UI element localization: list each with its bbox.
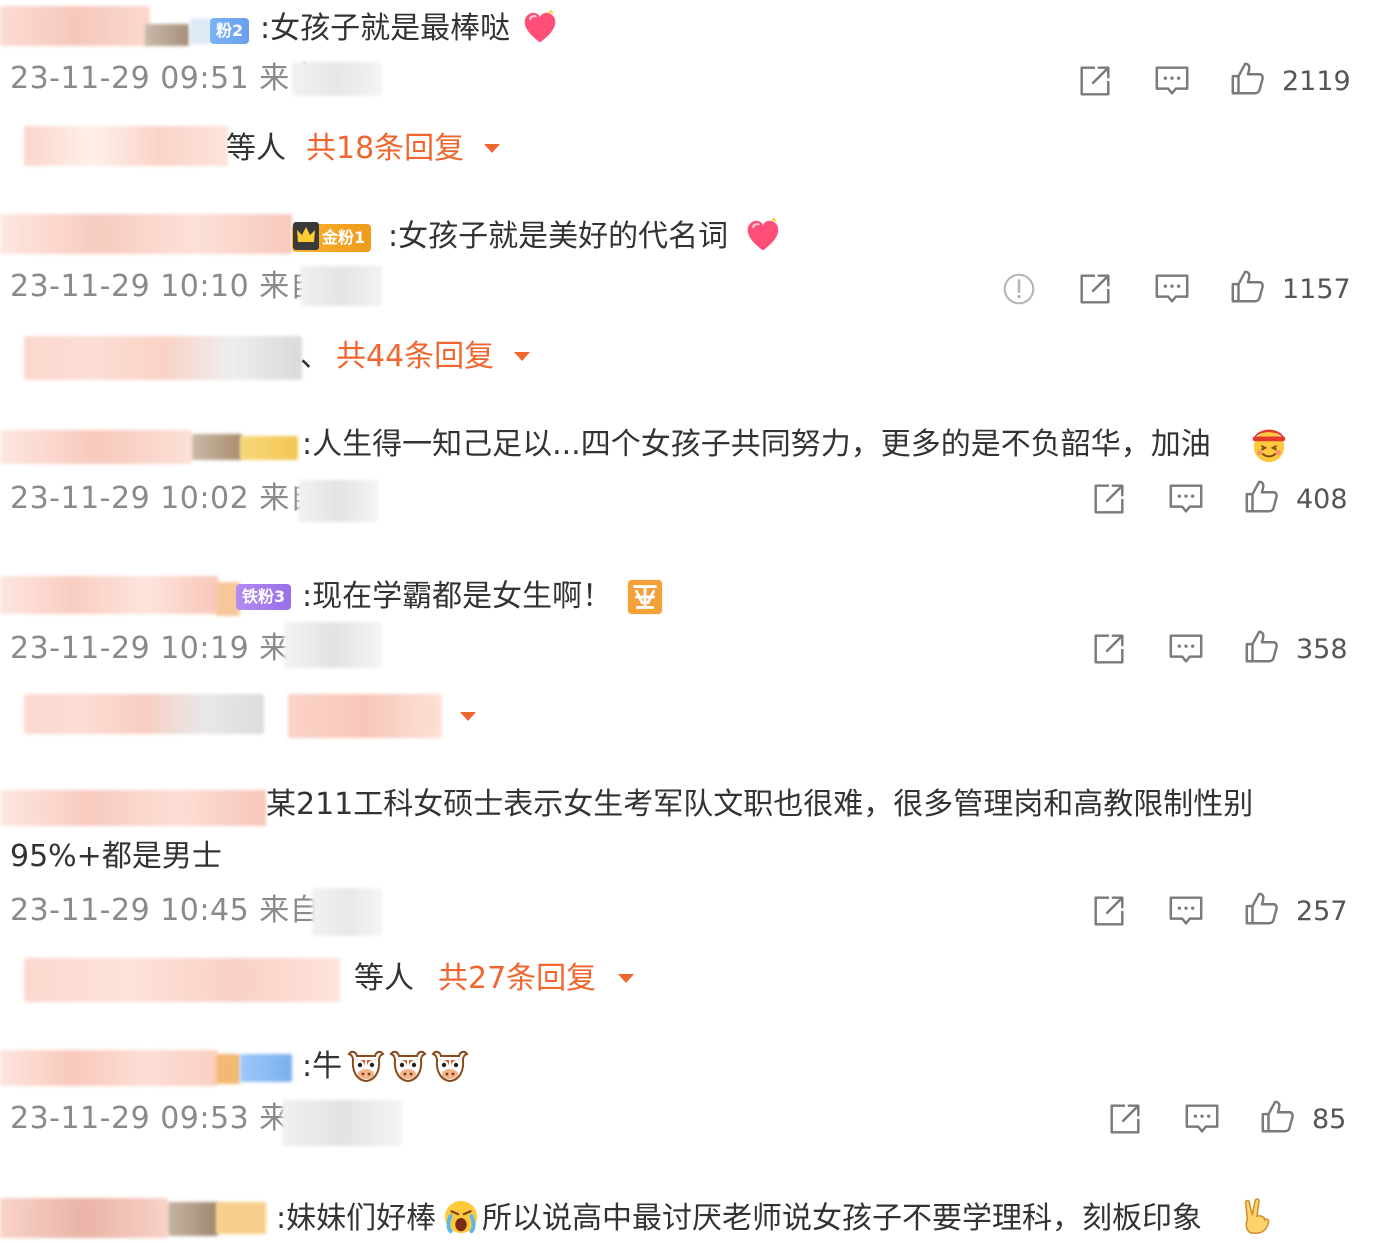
chevron-down-icon[interactable] (460, 712, 476, 721)
source-masked (292, 62, 382, 96)
username-masked[interactable] (0, 576, 218, 614)
like-icon[interactable] (1243, 478, 1281, 516)
comment-item: 某211工科女硕士表示女生考军队文职也很难，很多管理岗和高教限制性别 95%+都… (0, 770, 1380, 1040)
like-count: 2119 (1282, 66, 1351, 97)
comment-text-continued: 所以说高中最讨厌老师说女孩子不要学理科，刻板印象 (482, 1201, 1202, 1236)
cow-emoji (388, 1046, 428, 1086)
comment-item: :牛 23-11-29 09:53 来 85 (0, 1040, 1380, 1180)
badge-masked (216, 1202, 266, 1234)
avatar-masked (145, 24, 189, 46)
reply-users-suffix: 等人 (226, 131, 286, 166)
comment-icon[interactable] (1183, 1100, 1221, 1138)
username-masked[interactable] (0, 1198, 168, 1238)
share-icon[interactable] (1090, 892, 1128, 930)
share-icon[interactable] (1106, 1100, 1144, 1138)
comment-icon[interactable] (1167, 892, 1205, 930)
zan-emoji (626, 578, 664, 616)
like-count: 257 (1296, 896, 1348, 927)
timestamp: 23-11-29 09:51 来自 (10, 61, 321, 96)
like-icon[interactable] (1229, 60, 1267, 98)
avatar-masked (216, 1054, 240, 1084)
reply-count-link[interactable]: 共44条回复 (336, 342, 494, 372)
timestamp: 23-11-29 10:45 来自 (10, 893, 321, 928)
cry-emoji (442, 1198, 480, 1236)
username-masked[interactable] (0, 6, 150, 46)
badge-bg (190, 18, 212, 44)
fan-badge: 铁粉3 (236, 584, 292, 610)
comment-text: :女孩子就是最棒哒 (260, 11, 511, 46)
comment-text: :现在学霸都是女生啊！ (302, 579, 613, 614)
reply-users-suffix: 等人 (354, 961, 414, 996)
share-icon[interactable] (1076, 62, 1114, 100)
comment-icon[interactable] (1153, 270, 1191, 308)
heart-emoji (745, 218, 781, 254)
comment-item: 铁粉3 :现在学霸都是女生啊！ 23-11-29 10:19 来 358 (0, 560, 1380, 770)
badge-masked (240, 436, 298, 460)
comment-text: :妹妹们好棒 (276, 1201, 437, 1236)
fan-badge: 粉2 (210, 18, 250, 44)
comment-icon[interactable] (1153, 62, 1191, 100)
comment-item: 金粉1 :女孩子就是美好的代名词 23-11-29 10:10 来自 1157 … (0, 190, 1380, 400)
reply-users-masked[interactable] (24, 958, 340, 1002)
source-masked (282, 1100, 402, 1146)
cow-emoji (430, 1046, 470, 1086)
cow-emoji (346, 1046, 386, 1086)
like-count: 408 (1296, 484, 1348, 515)
like-icon[interactable] (1243, 628, 1281, 666)
avatar-masked (168, 1202, 218, 1236)
chevron-down-icon[interactable] (514, 352, 530, 361)
comment-item: :妹妹们好棒 所以说高中最讨厌老师说女孩子不要学理科，刻板印象 (0, 1180, 1380, 1242)
timestamp: 23-11-29 09:53 来 (10, 1101, 290, 1136)
username-masked[interactable] (0, 790, 266, 826)
comment-text-line1: 某211工科女硕士表示女生考军队文职也很难，很多管理岗和高教限制性别 (266, 787, 1254, 822)
timestamp: 23-11-29 10:02 来自 (10, 481, 321, 516)
comment-text-line2: 95%+都是男士 (10, 839, 222, 874)
timestamp: 23-11-29 10:19 来 (10, 631, 290, 666)
heart-emoji (522, 10, 558, 46)
comment-text: :人生得一知己足以...四个女孩子共同努力，更多的是不负韶华，加油 (302, 427, 1211, 462)
like-icon[interactable] (1229, 268, 1267, 306)
share-icon[interactable] (1090, 480, 1128, 518)
chevron-down-icon[interactable] (484, 144, 500, 153)
comment-item: 粉2 :女孩子就是最棒哒 23-11-29 09:51 来自 2119 等人 共… (0, 0, 1380, 190)
source-masked (284, 622, 382, 668)
reply-count-link[interactable]: 共27条回复 (438, 964, 596, 994)
reply-link-masked[interactable] (288, 694, 442, 738)
cheer-emoji (1250, 426, 1288, 464)
comment-text: :牛 (302, 1049, 343, 1084)
username-masked[interactable] (0, 430, 192, 464)
like-count: 85 (1312, 1104, 1347, 1135)
source-masked (312, 888, 382, 936)
comment-icon[interactable] (1167, 630, 1205, 668)
reply-users-masked[interactable] (24, 126, 228, 166)
like-count: 1157 (1282, 274, 1351, 305)
reply-users-suffix: 、 (300, 339, 330, 374)
reply-users-masked[interactable] (24, 336, 302, 380)
share-icon[interactable] (1090, 630, 1128, 668)
comment-item: :人生得一知己足以...四个女孩子共同努力，更多的是不负韶华，加油 23-11-… (0, 400, 1380, 550)
source-masked (300, 266, 382, 306)
share-icon[interactable] (1076, 270, 1114, 308)
avatar-masked (192, 434, 242, 460)
chevron-down-icon[interactable] (618, 974, 634, 983)
reply-count-link[interactable]: 共18条回复 (306, 134, 464, 164)
victory-emoji (1238, 1196, 1276, 1236)
badge-masked (240, 1054, 292, 1082)
comment-text: :女孩子就是美好的代名词 (388, 219, 729, 254)
report-icon[interactable] (1000, 270, 1038, 308)
source-masked (298, 480, 378, 522)
crown-icon (293, 222, 319, 250)
username-masked[interactable] (0, 214, 292, 254)
like-count: 358 (1296, 634, 1348, 665)
reply-users-masked[interactable] (24, 694, 264, 734)
comment-icon[interactable] (1167, 480, 1205, 518)
username-masked[interactable] (0, 1050, 218, 1086)
like-icon[interactable] (1259, 1098, 1297, 1136)
like-icon[interactable] (1243, 890, 1281, 928)
timestamp: 23-11-29 10:10 来自 (10, 269, 321, 304)
